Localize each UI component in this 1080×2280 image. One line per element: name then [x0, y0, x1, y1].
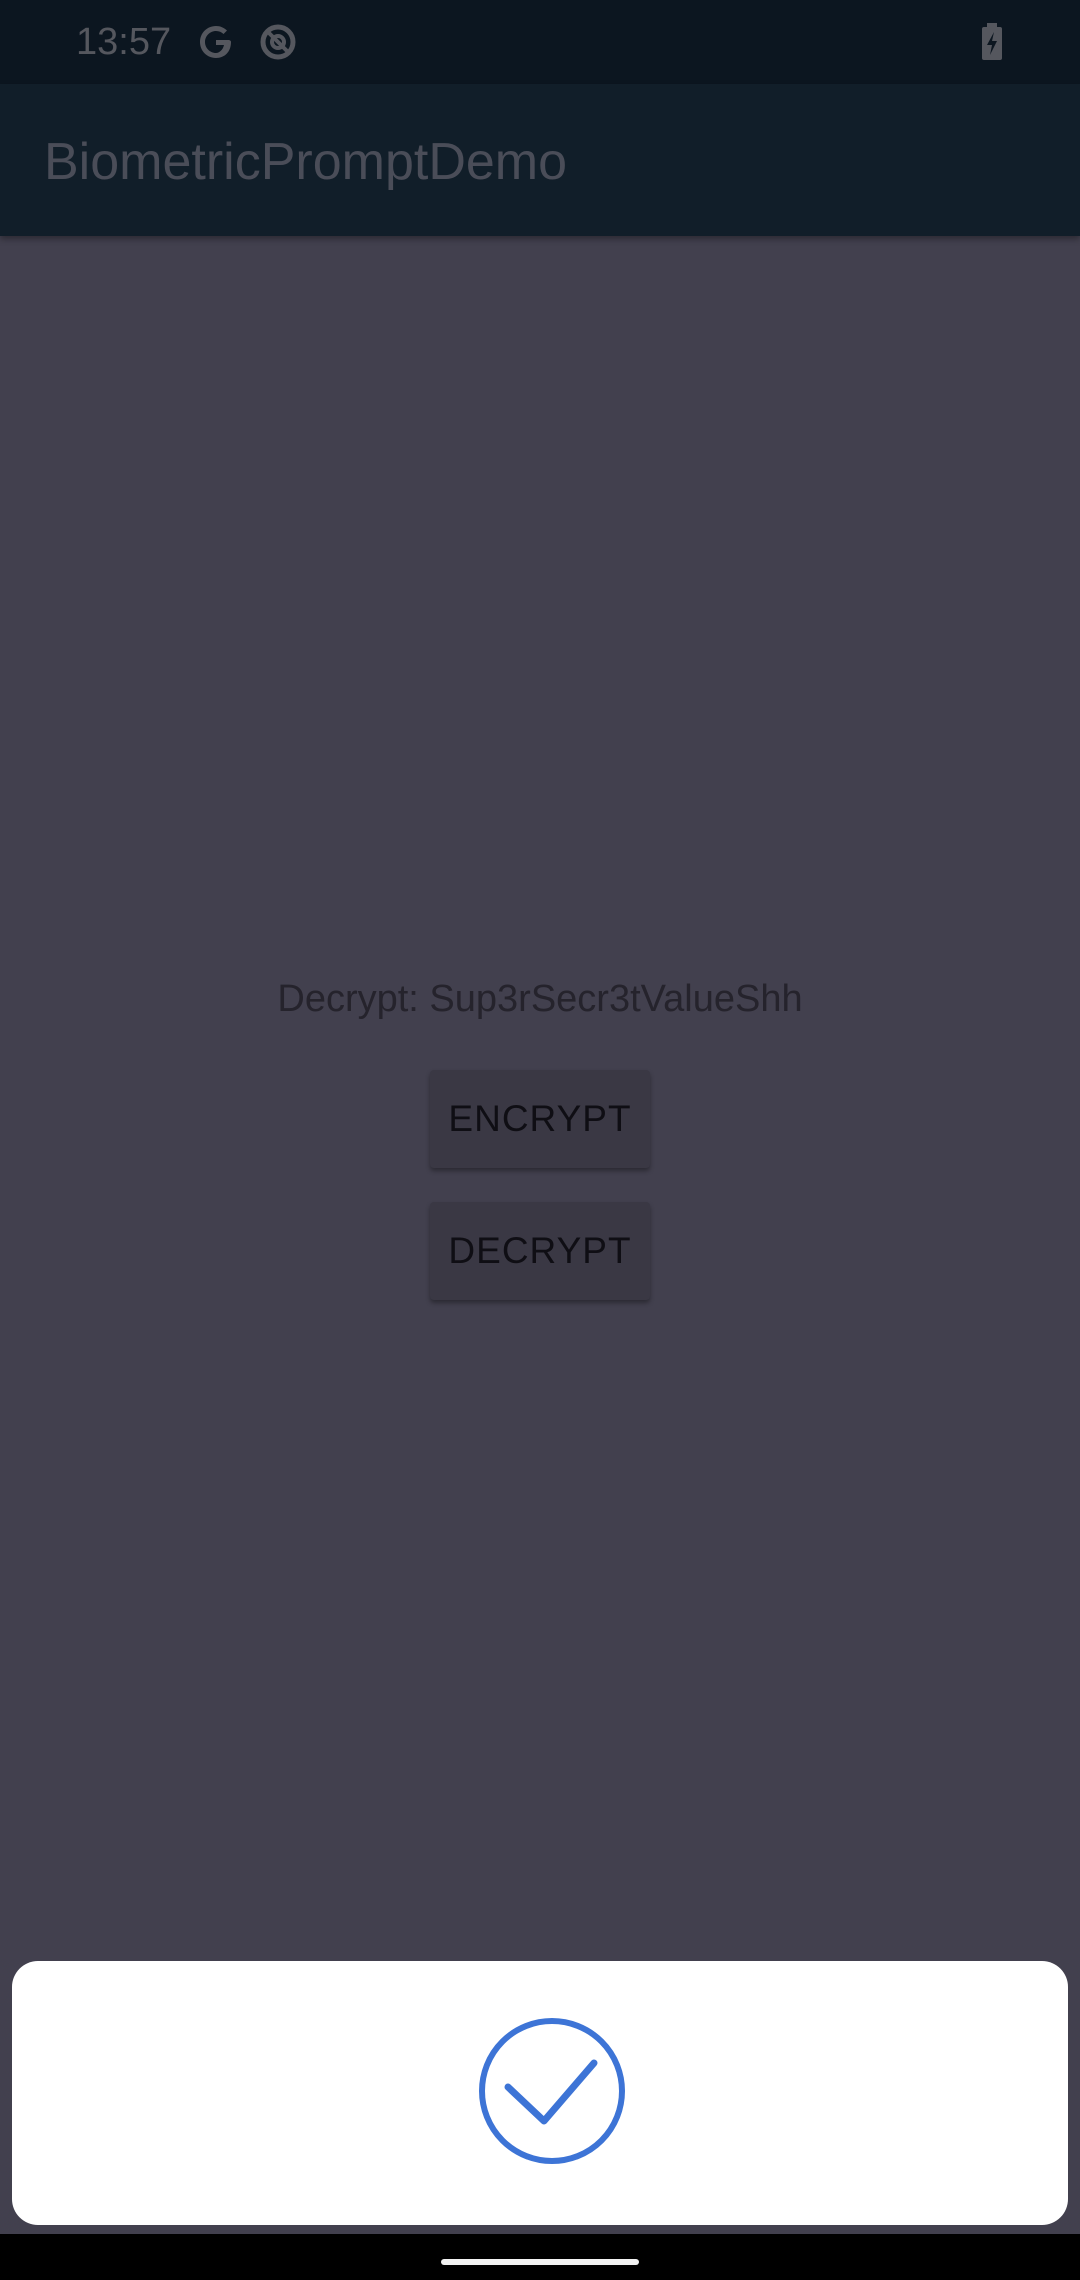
battery-charging-icon: [978, 22, 1006, 62]
navigation-bar: [0, 2234, 1080, 2280]
app-title: BiometricPromptDemo: [44, 133, 568, 191]
device-screen: 13:57 BiometricPromptDemo Decrypt: Sup3r…: [0, 0, 1080, 2280]
google-icon: [196, 22, 236, 62]
decrypt-button[interactable]: DECRYPT: [430, 1202, 650, 1300]
decrypt-result-text: Decrypt: Sup3rSecr3tValueShh: [277, 978, 803, 1020]
checkmark-circle-icon: [478, 2017, 626, 2165]
encrypt-button[interactable]: ENCRYPT: [430, 1070, 650, 1168]
app-bar: BiometricPromptDemo: [0, 84, 1080, 236]
home-gesture-handle[interactable]: [441, 2259, 639, 2265]
data-saver-icon: [258, 22, 298, 62]
biometric-prompt-sheet: [12, 1961, 1068, 2225]
status-time: 13:57: [76, 21, 172, 63]
status-bar: 13:57: [0, 0, 1080, 84]
